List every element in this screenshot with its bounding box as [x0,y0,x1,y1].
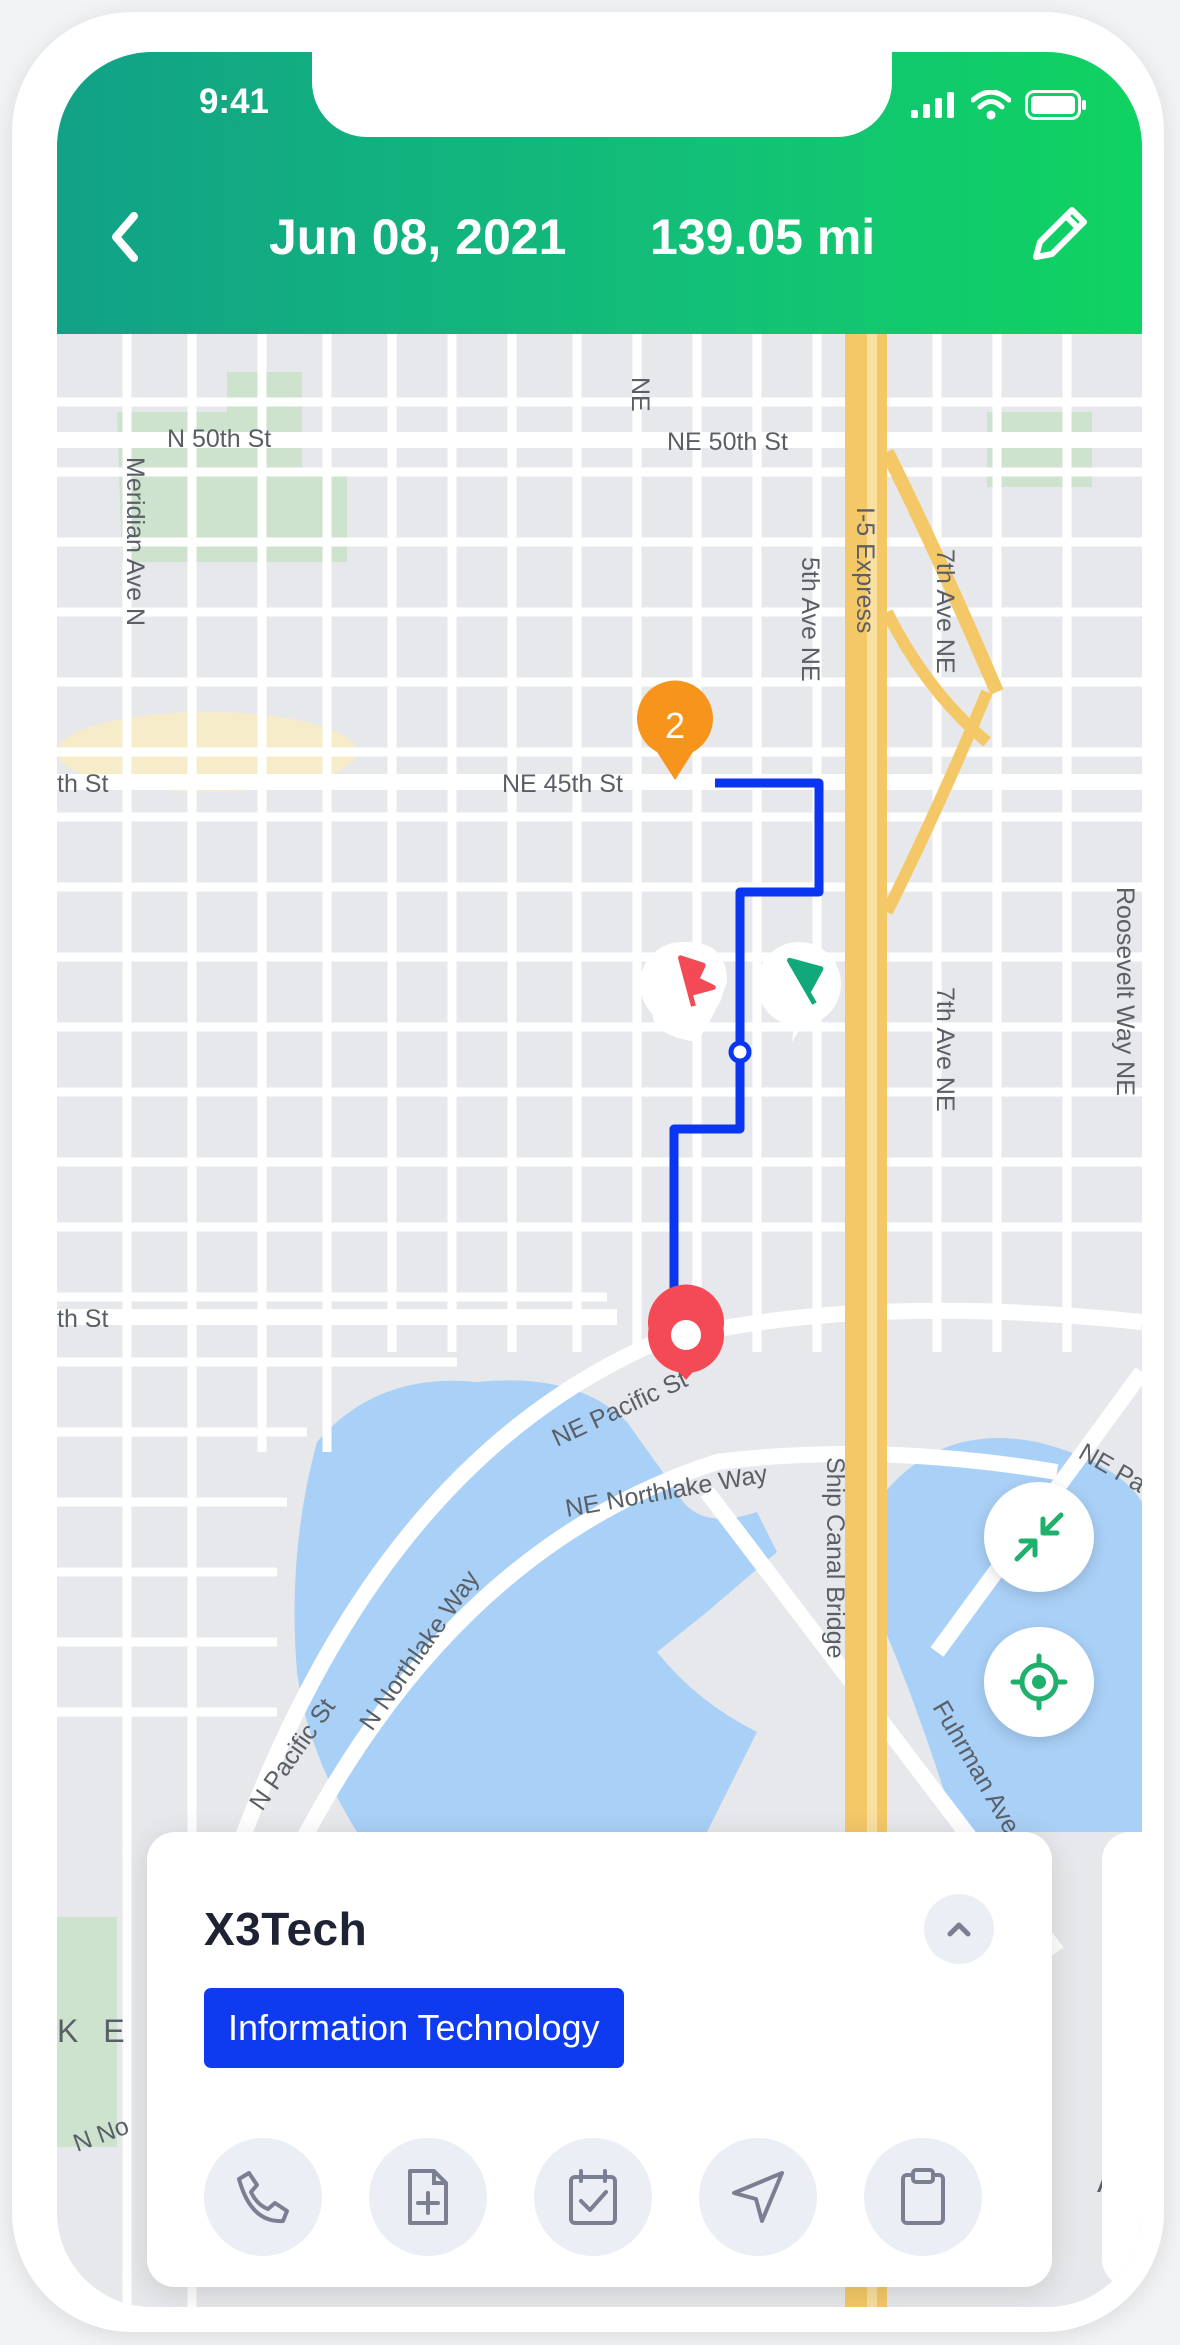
map-label: Ship Canal Bridge [821,1457,849,1659]
add-document-button[interactable] [369,2138,487,2256]
map-label: N 50th St [167,425,271,453]
map-label: th St [57,770,108,798]
category-badge: Information Technology [204,1988,624,2068]
map-label: I-5 Express [851,507,879,633]
crosshair-icon [1010,1653,1068,1711]
add-file-icon [408,2169,448,2225]
check-in-button[interactable] [534,2138,652,2256]
app-screen: 9:41 Jun 08, 2021 139.05 mi N 50th St NE… [57,52,1142,2307]
checklist-icon [569,2169,617,2225]
call-button[interactable] [204,2138,322,2256]
back-button[interactable] [92,202,162,272]
next-card-peek[interactable] [1102,1832,1142,2287]
map-label: 5th Ave NE [796,557,824,682]
map-label: 7th Ave NE [931,987,959,1112]
navigate-icon [732,2171,784,2223]
phone-icon [237,2171,289,2224]
chevron-up-icon [947,1922,971,1937]
device-notch [312,52,892,137]
waypoint-number: 2 [665,705,685,746]
trip-date: Jun 08, 2021 [269,209,567,265]
signal-icon [911,92,954,118]
notes-button[interactable] [864,2138,982,2256]
pencil-icon [1033,207,1087,260]
battery-icon [1025,90,1086,120]
edit-button[interactable] [1022,197,1097,272]
trip-distance: 139.05 mi [650,209,876,265]
status-icons [911,90,1087,120]
map-label: Roosevelt Way NE [1111,887,1139,1096]
chevron-left-icon [112,212,138,262]
my-location-button[interactable] [984,1627,1094,1737]
arrows-collapse-icon [1014,1512,1064,1562]
map-label: NE 50th St [667,428,788,456]
map-label: NE 45th St [502,770,623,798]
map-label: Meridian Ave N [121,457,149,626]
card-actions [204,2138,982,2256]
route-midpoint [728,1040,752,1064]
clipboard-icon [901,2168,945,2225]
collapse-map-button[interactable] [984,1482,1094,1592]
status-time: 9:41 [198,82,270,121]
phone-frame: 9:41 Jun 08, 2021 139.05 mi N 50th St NE… [12,12,1164,2332]
navigate-button[interactable] [699,2138,817,2256]
map-label: th St [57,1305,108,1333]
map-label: NE [626,377,654,412]
collapse-card-button[interactable] [924,1894,994,1964]
wifi-icon [971,90,1011,120]
company-card[interactable]: X3Tech Information Technology [147,1832,1052,2287]
map-label: 7th Ave NE [931,549,959,674]
map-label: K E [57,2013,133,2049]
company-name: X3Tech [204,1903,368,1955]
